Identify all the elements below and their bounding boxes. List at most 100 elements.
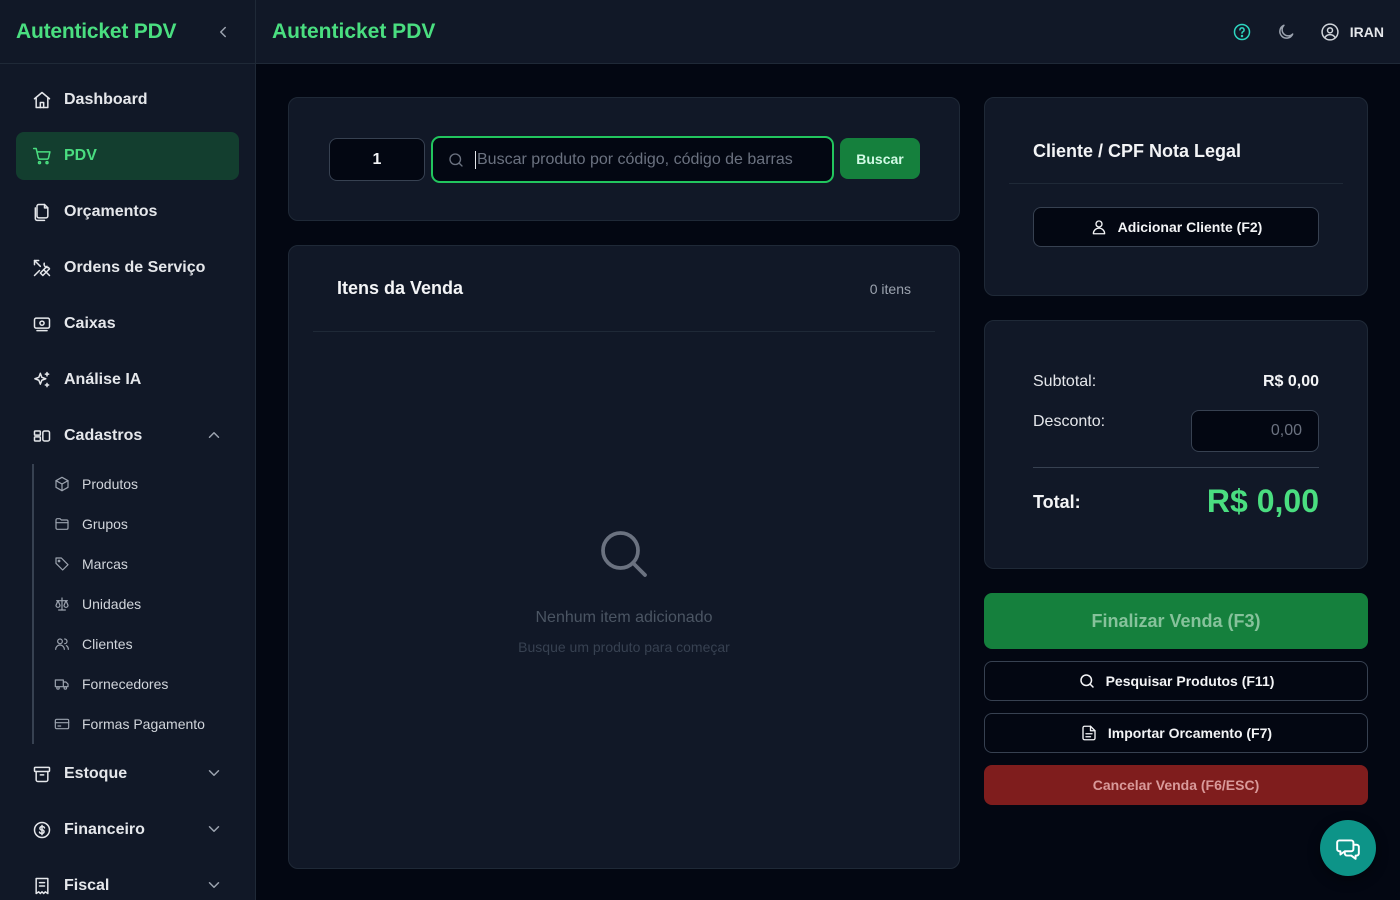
user-menu[interactable]: IRAN	[1320, 22, 1384, 42]
sidebar-subitem-unidades[interactable]: Unidades	[38, 584, 239, 624]
user-name: IRAN	[1349, 23, 1384, 40]
sidebar-item-label: Fiscal	[64, 877, 110, 894]
sidebar-item-label: Caixas	[64, 315, 116, 332]
total-label: Total:	[1033, 492, 1081, 512]
grid-icon	[33, 430, 51, 442]
discount-label: Desconto:	[1033, 413, 1106, 430]
discount-input[interactable]: 0,00	[1191, 410, 1319, 452]
user-icon	[1092, 220, 1105, 235]
brand-logo: Autenticket PDV	[16, 19, 177, 43]
search-icon	[1079, 674, 1094, 688]
sidebar-subitem-formas-pagamento[interactable]: Formas Pagamento	[38, 704, 239, 744]
sidebar-nav: Dashboard PDV Orçamentos Ordens de Servi…	[0, 64, 255, 900]
finalize-sale-button[interactable]: Finalizar Venda (F3)	[984, 593, 1368, 649]
sidebar-item-analise-ia[interactable]: Análise IA	[16, 356, 239, 404]
subitem-label: Grupos	[82, 516, 128, 532]
chat-bubbles-icon	[1336, 839, 1360, 860]
files-icon	[34, 203, 49, 222]
add-client-label: Adicionar Cliente (F2)	[1117, 219, 1263, 235]
search-placeholder: Buscar produto por código, código de bar…	[475, 150, 793, 169]
sidebar-item-cadastros[interactable]: Cadastros	[16, 412, 239, 460]
sparkles-icon	[34, 371, 50, 388]
empty-state-title: Nenhum item adicionado	[535, 609, 713, 626]
chevron-down-icon	[208, 770, 220, 776]
sidebar-item-label: Análise IA	[64, 371, 142, 388]
top-actions: IRAN	[1232, 22, 1384, 42]
user-circle-icon	[1321, 22, 1339, 41]
sidebar-item-estoque[interactable]: Estoque	[16, 750, 239, 798]
subtotal-value: R$ 0,00	[1262, 373, 1319, 390]
sidebar-item-ordens-servico[interactable]: Ordens de Serviço	[16, 244, 239, 292]
quantity-input[interactable]: 1	[329, 138, 425, 181]
import-quote-label: Importar Orcamento (F7)	[1107, 725, 1273, 741]
home-icon	[33, 91, 51, 109]
subitem-label: Marcas	[82, 556, 128, 572]
search-button[interactable]: Buscar	[840, 138, 920, 179]
tools-icon	[33, 259, 51, 277]
search-card: 1 Buscar produto por código, código de b…	[288, 97, 960, 221]
chat-support-button[interactable]	[1320, 820, 1376, 876]
page-title: Autenticket PDV	[272, 19, 436, 43]
folder-icon	[55, 518, 69, 530]
cancel-sale-button[interactable]: Cancelar Venda (F6/ESC)	[984, 765, 1368, 805]
collapse-sidebar-button[interactable]	[211, 20, 235, 44]
help-icon[interactable]	[1232, 22, 1252, 42]
empty-state-subtitle: Busque um produto para começar	[518, 639, 730, 655]
chevron-down-icon	[208, 882, 220, 888]
archive-icon	[33, 766, 51, 783]
cart-icon	[32, 147, 51, 165]
scale-icon	[55, 597, 69, 611]
dollar-circle-icon	[33, 821, 51, 839]
add-client-button[interactable]: Adicionar Cliente (F2)	[1033, 207, 1319, 247]
subitem-label: Fornecedores	[82, 676, 169, 692]
cash-register-icon	[33, 317, 51, 332]
sidebar-item-orcamentos[interactable]: Orçamentos	[16, 188, 239, 236]
sidebar-item-label: Ordens de Serviço	[64, 259, 206, 276]
tag-icon	[55, 557, 69, 571]
items-count-badge: 0 itens	[869, 280, 911, 297]
sidebar-item-pdv[interactable]: PDV	[16, 132, 239, 180]
chevron-left-icon	[220, 26, 226, 37]
subitem-label: Clientes	[82, 636, 133, 652]
sidebar-item-label: Orçamentos	[64, 203, 158, 220]
sidebar-subitem-grupos[interactable]: Grupos	[38, 504, 239, 544]
sidebar-item-dashboard[interactable]: Dashboard	[16, 76, 239, 124]
sale-items-header: Itens da Venda 0 itens	[313, 246, 935, 332]
cadastros-submenu: Produtos Grupos Marcas Unidades Clientes…	[32, 464, 239, 744]
box-icon	[55, 476, 69, 492]
sidebar-header: Autenticket PDV	[0, 0, 255, 64]
sidebar-item-caixas[interactable]: Caixas	[16, 300, 239, 348]
chevron-up-icon	[208, 432, 220, 438]
sidebar-subitem-produtos[interactable]: Produtos	[38, 464, 239, 504]
subitem-label: Produtos	[82, 476, 139, 492]
total-value: R$ 0,00	[1206, 483, 1319, 519]
sidebar-item-financeiro[interactable]: Financeiro	[16, 806, 239, 854]
users-icon	[55, 638, 69, 650]
client-card-title: Cliente / CPF Nota Legal	[1009, 98, 1343, 184]
empty-state: Nenhum item adicionado Busque um produto…	[289, 526, 959, 655]
sidebar-item-label: Estoque	[64, 765, 128, 782]
sidebar-item-label: PDV	[64, 147, 97, 164]
search-icon	[449, 152, 463, 167]
moon-icon[interactable]	[1276, 22, 1296, 42]
client-card: Cliente / CPF Nota Legal Adicionar Clien…	[984, 97, 1368, 296]
sidebar-subitem-clientes[interactable]: Clientes	[38, 624, 239, 664]
top-bar: Autenticket PDV IRAN	[256, 0, 1400, 64]
product-search-input[interactable]: Buscar produto por código, código de bar…	[431, 136, 834, 183]
truck-icon	[54, 679, 69, 690]
sidebar-item-fiscal[interactable]: Fiscal	[16, 862, 239, 900]
sidebar-item-label: Financeiro	[64, 821, 145, 838]
file-text-icon	[1082, 725, 1096, 741]
subitem-label: Formas Pagamento	[82, 716, 205, 732]
import-quote-button[interactable]: Importar Orcamento (F7)	[984, 713, 1368, 753]
sidebar-subitem-fornecedores[interactable]: Fornecedores	[38, 664, 239, 704]
sale-items-card: Itens da Venda 0 itens Nenhum item adici…	[288, 245, 960, 869]
totals-divider	[1033, 467, 1319, 468]
sidebar-subitem-marcas[interactable]: Marcas	[38, 544, 239, 584]
search-products-button[interactable]: Pesquisar Produtos (F11)	[984, 661, 1368, 701]
chevron-down-icon	[208, 826, 220, 832]
search-icon	[601, 531, 647, 577]
subtotal-label: Subtotal:	[1033, 373, 1097, 390]
sale-items-title: Itens da Venda	[337, 278, 464, 298]
totals-card: Subtotal: R$ 0,00 Desconto: 0,00 Total: …	[984, 320, 1368, 569]
